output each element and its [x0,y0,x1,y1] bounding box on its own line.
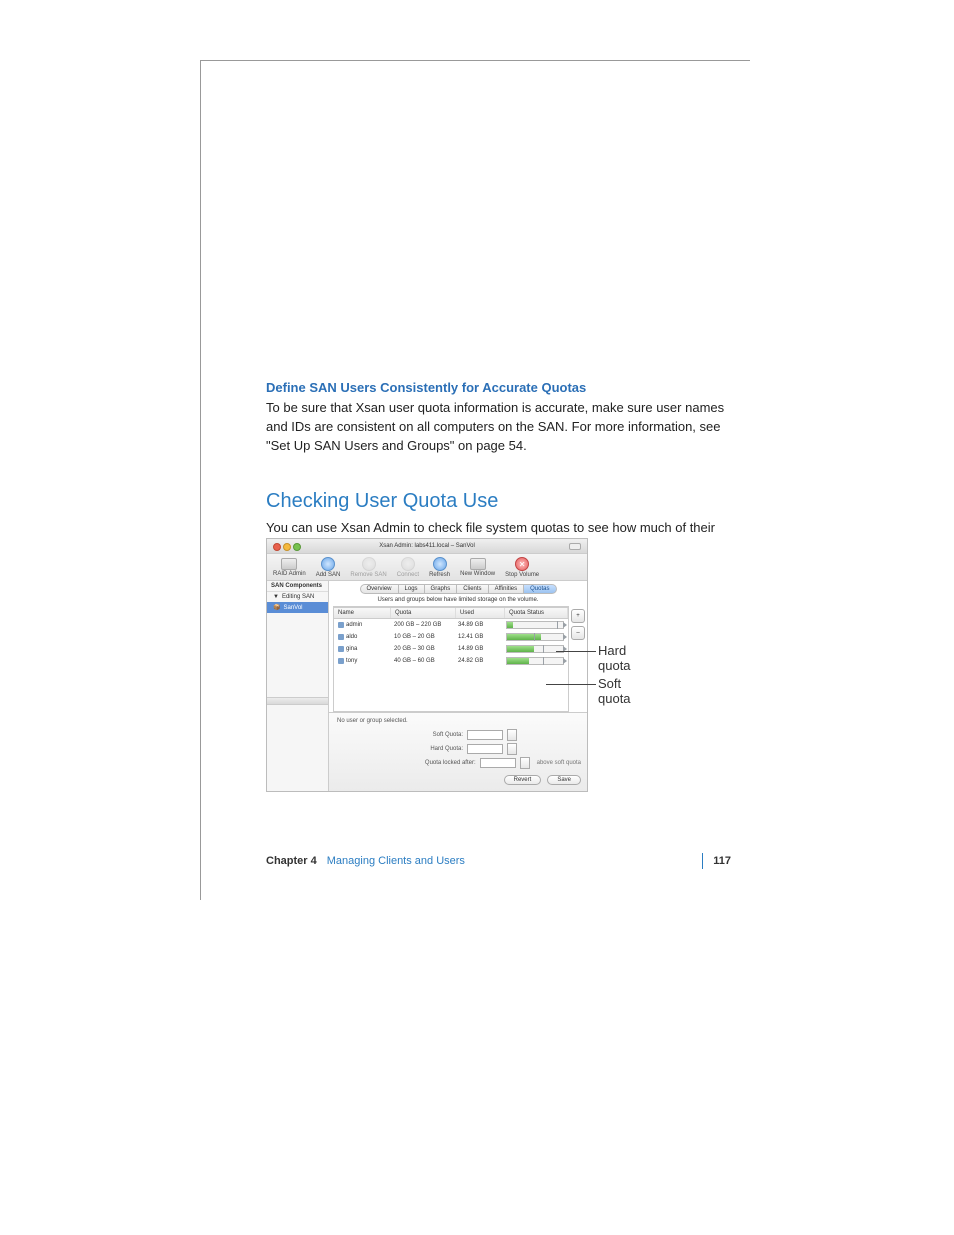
page-rule-top [200,60,750,61]
window-title: Xsan Admin: labs411.local – SanVol [379,543,475,549]
table-row[interactable]: gina 20 GB – 30 GB 14.89 GB [334,643,568,655]
tab-graphs[interactable]: Graphs [425,584,458,594]
page-footer: Chapter 4 Managing Clients and Users 117 [266,853,731,869]
callout-soft-quota: Soft quota [598,676,631,706]
subsection-heading: Define SAN Users Consistently for Accura… [266,380,731,395]
connect-button: Connect [397,557,419,578]
table-header: Name Quota Used Quota Status [334,607,568,619]
toolbar: RAID Admin Add SAN Remove SAN Connect Re… [267,554,587,581]
callout-hard-quota: Hard quota [598,643,631,673]
lock-popup[interactable] [520,757,530,769]
lock-label: Quota locked after: [396,760,476,766]
quota-status-bar [506,633,564,641]
quota-status-bar [506,657,564,665]
tab-quotas[interactable]: Quotas [524,584,556,594]
tab-affinities[interactable]: Affinities [489,584,525,594]
sidebar: SAN Components ▼Editing SAN 📦SanVol [267,581,329,791]
sidebar-header: SAN Components [267,581,328,592]
revert-button[interactable]: Revert [504,775,542,785]
raid-admin-button[interactable]: RAID Admin [273,558,306,577]
sidebar-item-sanvol[interactable]: 📦SanVol [267,602,328,613]
soft-quota-input[interactable] [467,730,503,740]
table-row[interactable]: admin 200 GB – 220 GB 34.89 GB [334,619,568,631]
tab-clients[interactable]: Clients [457,584,488,594]
add-button[interactable]: + [571,609,585,623]
add-san-button[interactable]: Add SAN [316,557,341,578]
table-row[interactable]: aldo 10 GB – 20 GB 12.41 GB [334,631,568,643]
user-icon [338,646,344,652]
titlebar: Xsan Admin: labs411.local – SanVol [267,539,587,554]
sidebar-group[interactable]: ▼Editing SAN [267,592,328,602]
page-number: 117 [713,855,731,867]
save-button[interactable]: Save [547,775,581,785]
tab-overview[interactable]: Overview [360,584,399,594]
quota-status-bar [506,621,564,629]
chapter-title: Managing Clients and Users [327,855,465,867]
hard-quota-input[interactable] [467,744,503,754]
table-row[interactable]: tony 40 GB – 60 GB 24.82 GB [334,655,568,667]
section-heading: Checking User Quota Use [266,490,731,513]
user-icon [338,634,344,640]
remove-san-button: Remove SAN [350,557,386,578]
selection-message: No user or group selected. [335,716,581,728]
body-text: To be sure that Xsan user quota informat… [266,399,731,456]
stop-volume-button[interactable]: ✕Stop Volume [505,557,539,578]
xsan-admin-window: Xsan Admin: labs411.local – SanVol RAID … [266,538,588,792]
minimize-icon[interactable] [283,543,291,551]
new-window-button[interactable]: New Window [460,558,495,577]
remove-button[interactable]: – [571,626,585,640]
tab-bar: Overview Logs Graphs Clients Affinities … [329,581,587,594]
note-text: Users and groups below have limited stor… [329,594,587,606]
close-icon[interactable] [273,543,281,551]
user-icon [338,622,344,628]
lock-input[interactable] [480,758,516,768]
chapter-label: Chapter 4 [266,855,317,867]
user-icon [338,658,344,664]
toolbar-toggle-icon[interactable] [569,543,581,550]
hard-quota-stepper[interactable] [507,743,517,755]
after-text: above soft quota [537,760,581,766]
soft-quota-label: Soft Quota: [403,732,463,738]
zoom-icon[interactable] [293,543,301,551]
page-rule-left [200,60,201,900]
table-body: admin 200 GB – 220 GB 34.89 GB aldo 10 G… [334,619,568,711]
tab-logs[interactable]: Logs [399,584,425,594]
hard-quota-label: Hard Quota: [403,746,463,752]
soft-quota-stepper[interactable] [507,729,517,741]
refresh-button[interactable]: Refresh [429,557,450,578]
